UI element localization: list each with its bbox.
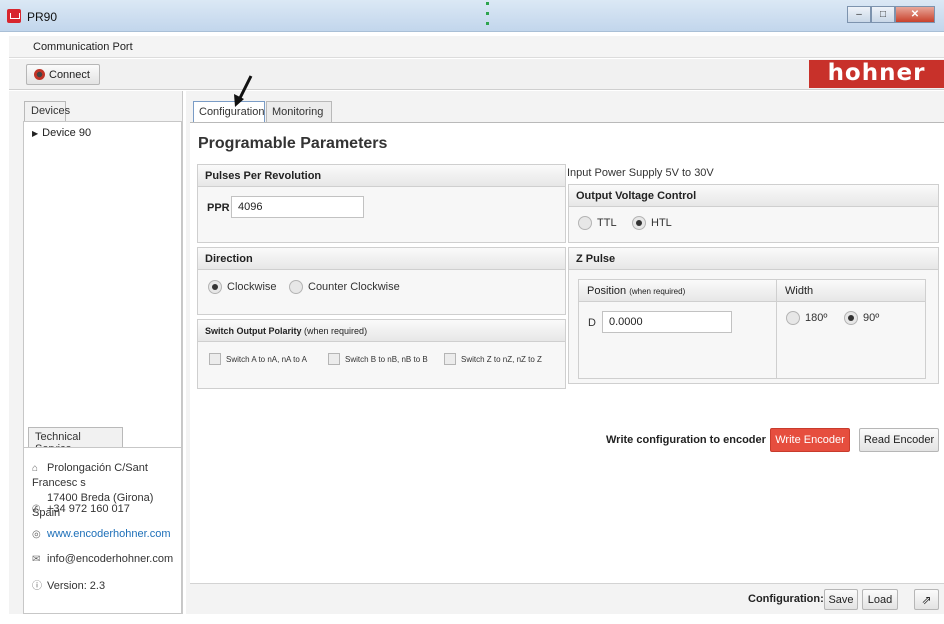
home-icon: ⌂	[32, 463, 39, 474]
radio-dot	[786, 311, 800, 325]
checkbox-switch-b-label: Switch B to nB, nB to B	[345, 354, 428, 364]
width-subgroup: Width 180º 90º	[776, 279, 926, 379]
load-button[interactable]: Load	[862, 589, 898, 610]
window-controls: – □ ✕	[847, 6, 935, 23]
checkbox-switch-a[interactable]: Switch A to nA, nA to A	[209, 353, 307, 365]
radio-width-180[interactable]: 180º	[786, 311, 827, 325]
radio-width-90[interactable]: 90º	[844, 311, 879, 325]
ppr-input[interactable]	[231, 196, 364, 218]
position-title: Position	[587, 285, 627, 297]
direction-group-title: Direction	[198, 248, 565, 270]
radio-dot	[578, 216, 592, 230]
z-pulse-group: Z Pulse Position (when required) D Width…	[568, 247, 939, 384]
checkbox-switch-z-label: Switch Z to nZ, nZ to Z	[461, 354, 542, 364]
email[interactable]: ✉ info@encoderhohner.com	[32, 552, 173, 567]
app-icon	[7, 9, 21, 23]
page-title: Programable Parameters	[198, 135, 388, 152]
radio-clockwise-label: Clockwise	[227, 281, 277, 293]
checkbox-box	[209, 353, 221, 365]
checkbox-switch-a-label: Switch A to nA, nA to A	[226, 354, 307, 364]
mail-icon: ✉	[32, 554, 41, 565]
read-encoder-button[interactable]: Read Encoder	[859, 428, 939, 452]
configuration-content: Programable Parameters Pulses Per Revolu…	[190, 122, 944, 583]
d-label: D	[588, 317, 596, 329]
configuration-footer: Configuration: Save Load ⇗	[190, 583, 944, 614]
polarity-title-note: (when required)	[304, 326, 368, 336]
menu-communication-port[interactable]: Communication Port	[33, 41, 133, 53]
window-titlebar: PR90 – □ ✕	[0, 0, 944, 32]
version-text: Version: 2.3	[47, 580, 106, 592]
phone-icon: ✆	[32, 504, 41, 515]
radio-clockwise[interactable]: Clockwise	[208, 280, 277, 294]
radio-width-90-label: 90º	[863, 312, 880, 324]
radio-dot	[844, 311, 858, 325]
connect-button-label: Connect	[49, 68, 90, 81]
left-panel: Devices ▶ Device 90 Technical Service ⌂Pr…	[9, 91, 183, 614]
minimize-icon[interactable]: –	[847, 6, 871, 23]
ppr-label: PPR	[207, 202, 230, 214]
checkbox-box	[444, 353, 456, 365]
ppr-group-title: Pulses Per Revolution	[198, 165, 565, 187]
expand-triangle-icon[interactable]: ▶	[32, 129, 38, 138]
device-label: Device 90	[42, 127, 92, 139]
radio-dot	[632, 216, 646, 230]
connect-button[interactable]: Connect	[26, 64, 100, 85]
technical-service-panel: ⌂ Prolongación C/Sant Francesc s 17400 Br…	[23, 447, 182, 614]
ppr-group: Pulses Per Revolution PPR	[197, 164, 566, 243]
email-text: info@encoderhohner.com	[47, 553, 174, 565]
close-icon[interactable]: ✕	[895, 6, 935, 23]
z-pulse-title: Z Pulse	[569, 248, 938, 270]
tab-technical-service[interactable]: Technical Service	[28, 427, 123, 455]
radio-ttl[interactable]: TTL	[578, 216, 617, 230]
position-subgroup-title: Position (when required)	[579, 280, 776, 302]
brand-logo: hohner	[809, 60, 944, 88]
footer-configuration-label: Configuration:	[748, 593, 824, 605]
version: ⓘ Version: 2.3	[32, 579, 105, 594]
polarity-group: Switch Output Polarity (when required) S…	[197, 319, 566, 389]
power-supply-label: Input Power Supply 5V to 30V	[567, 167, 714, 179]
menu-bar: Communication Port	[9, 36, 944, 58]
checkbox-switch-b[interactable]: Switch B to nB, nB to B	[328, 353, 428, 365]
output-voltage-group: Output Voltage Control TTL HTL	[568, 184, 939, 243]
radio-counter-clockwise[interactable]: Counter Clockwise	[289, 280, 400, 294]
position-d-input[interactable]	[602, 311, 732, 333]
radio-ttl-label: TTL	[597, 217, 617, 229]
phone-text: +34 972 160 017	[47, 503, 130, 515]
drag-handle[interactable]	[486, 2, 489, 28]
checkbox-switch-z[interactable]: Switch Z to nZ, nZ to Z	[444, 353, 542, 365]
width-title: Width	[777, 280, 925, 302]
position-subgroup: Position (when required) D	[578, 279, 777, 379]
main-panel: Configuration Monitoring Programable Par…	[186, 91, 944, 614]
write-encoder-button[interactable]: Write Encoder	[770, 428, 850, 452]
address-line-1: Prolongación C/Sant Francesc s	[32, 462, 148, 489]
output-voltage-title: Output Voltage Control	[569, 185, 938, 207]
tab-devices[interactable]: Devices	[24, 101, 70, 121]
polarity-group-title: Switch Output Polarity (when required)	[198, 320, 565, 342]
website-text: www.encoderhohner.com	[47, 528, 171, 540]
window-title: PR90	[27, 10, 58, 24]
radio-htl-label: HTL	[651, 217, 672, 229]
maximize-icon[interactable]: □	[871, 6, 895, 23]
radio-dot	[289, 280, 303, 294]
globe-icon: ◎	[32, 529, 41, 540]
website-link[interactable]: ◎ www.encoderhohner.com	[32, 527, 171, 542]
position-note: (when required)	[629, 287, 686, 296]
write-configuration-label: Write configuration to encoder	[606, 434, 766, 446]
checkbox-box	[328, 353, 340, 365]
plug-icon	[34, 69, 45, 80]
polarity-title: Switch Output Polarity	[205, 326, 302, 336]
pointer-arrow-icon	[234, 75, 253, 107]
toolbar: Connect hohner	[9, 59, 944, 90]
phone: ✆ +34 972 160 017	[32, 502, 130, 517]
tab-monitoring[interactable]: Monitoring	[266, 101, 332, 122]
radio-counter-clockwise-label: Counter Clockwise	[308, 281, 400, 293]
direction-group: Direction Clockwise Counter Clockwise	[197, 247, 566, 315]
device-item[interactable]: ▶ Device 90	[32, 127, 91, 139]
save-button[interactable]: Save	[824, 589, 858, 610]
info-icon: ⓘ	[32, 581, 42, 592]
radio-width-180-label: 180º	[805, 312, 828, 324]
radio-htl[interactable]: HTL	[632, 216, 672, 230]
export-icon[interactable]: ⇗	[914, 589, 939, 610]
radio-dot	[208, 280, 222, 294]
